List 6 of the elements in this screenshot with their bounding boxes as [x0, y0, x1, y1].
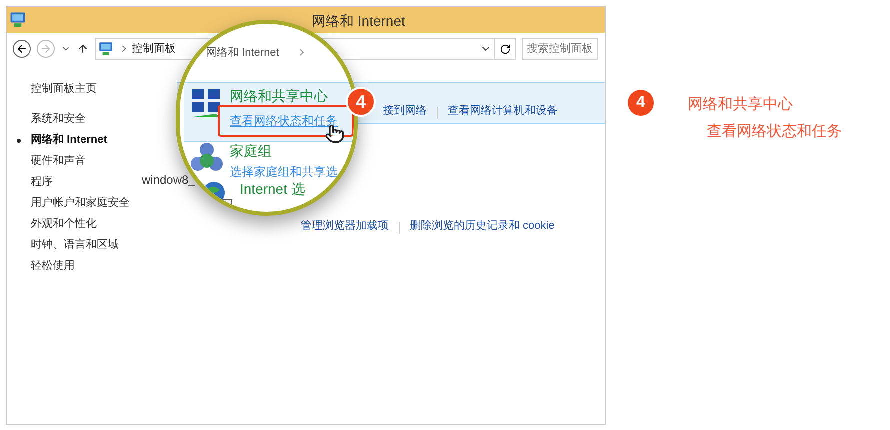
step-caption: 网络和共享中心 [688, 95, 793, 115]
window-title: 网络和 Internet [312, 12, 406, 31]
breadcrumb-item: 网络和 Internet [206, 46, 280, 61]
step-caption: 查看网络状态和任务 [707, 122, 842, 142]
overlay-label: window8_ [142, 172, 196, 189]
step-badge: 4 [628, 90, 654, 116]
